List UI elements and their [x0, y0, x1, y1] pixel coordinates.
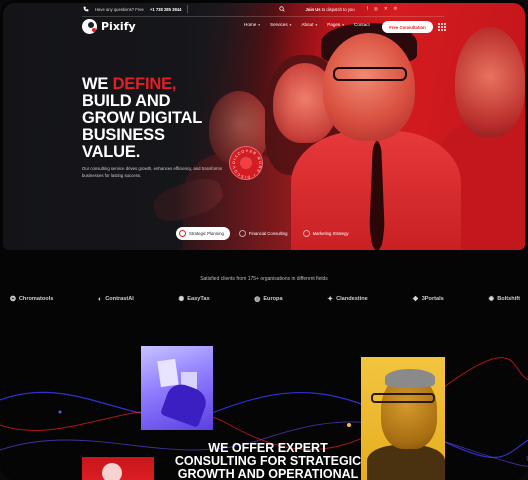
nav-item-services[interactable]: Services ▾ [270, 22, 291, 27]
tab-radio-icon [179, 230, 186, 237]
half-circle-icon: ◐ [97, 295, 103, 303]
client-logo-easytax: ✺ EasyTax [178, 296, 210, 303]
tab-marketing-strategy[interactable]: Marketing Strategy [300, 227, 355, 240]
x-twitter-icon[interactable]: ✕ [384, 6, 388, 12]
tab-radio-icon [302, 230, 310, 237]
search-box[interactable] [278, 6, 285, 13]
chevron-down-icon: ▾ [258, 22, 261, 27]
chevron-down-icon: ▾ [289, 22, 292, 27]
tab-strategic-planning[interactable]: Strategic Planning [176, 227, 230, 240]
nav-item-about[interactable]: About ▾ [301, 22, 317, 27]
search-icon[interactable] [278, 6, 285, 13]
main-nav: Home ▾ Services ▾ About ▾ Pages ▾ Contact [244, 22, 370, 27]
logo-mark-icon [82, 19, 97, 34]
gear-icon: ✹ [488, 296, 495, 303]
globe-icon: ◍ [254, 296, 261, 303]
client-logos: ❂ Chromatools ◐ ContrastAI ✺ EasyTax ◍ Europ… [10, 295, 520, 304]
page-frame: Have any questions? Free +1 738 285 3844… [0, 0, 528, 480]
nav-item-contact[interactable]: Contact [354, 22, 370, 27]
social-links: f ◎ ✕ ℗ [367, 6, 398, 12]
services-title: WE OFFER EXPERT CONSULTING FOR STRATEGIC… [174, 441, 362, 480]
tab-financial-consulting[interactable]: Financial Consulting [236, 227, 294, 240]
nav-item-home[interactable]: Home ▾ [244, 22, 260, 27]
hero-headline: WE DEFINE, BUILD AND GROW DIGITAL BUSINE… [82, 75, 203, 161]
instagram-icon[interactable]: ◎ [374, 6, 378, 12]
chevron-down-icon: ▾ [315, 22, 318, 27]
swirl-icon: ❂ [10, 296, 16, 303]
menu-grid-icon[interactable] [438, 23, 446, 31]
join-text: Join Us to dispatch to you [305, 7, 354, 12]
phone-icon [82, 6, 89, 13]
discover-more-badge[interactable]: DISCOVER MORE • DISCOVER MORE • [229, 146, 263, 180]
brand-logo[interactable]: Pixify [82, 19, 136, 34]
facebook-icon[interactable]: f [367, 6, 368, 12]
tab-radio-icon [238, 230, 246, 237]
hero-subtext: Our consulting service drives growth, en… [82, 166, 223, 178]
nav-item-pages[interactable]: Pages ▾ [327, 22, 344, 27]
join-description: to dispatch to you [321, 6, 355, 12]
hero-service-tabs: Strategic Planning Financial Consulting … [176, 227, 355, 240]
question-label: Have any questions? Free [95, 6, 144, 12]
join-link[interactable]: Join Us [305, 7, 320, 12]
client-logo-chromatools: ❂ Chromatools [10, 296, 54, 303]
service-image-whiteboard [141, 346, 213, 430]
client-logo-boltshift: ✹ Boltshift [488, 296, 520, 303]
service-image-meeting [82, 457, 154, 480]
service-image-consultant-portrait [361, 357, 445, 480]
chevron-down-icon: ▾ [342, 22, 344, 27]
brand-name: Pixify [101, 20, 136, 33]
badge-ring-text: DISCOVER MORE • DISCOVER MORE • [230, 147, 262, 179]
free-consultation-button[interactable]: Free Consultation [382, 21, 433, 33]
client-logo-clandestine: ✦ Clandestine [327, 296, 368, 303]
bolt-icon: ✦ [327, 296, 334, 303]
svg-text:DISCOVER MORE • DISCOVER MORE: DISCOVER MORE • DISCOVER MORE • [230, 147, 262, 179]
client-logo-3portals: ❖ 3Portals [412, 296, 444, 303]
client-logo-europa: ◍ Europa [254, 296, 283, 303]
portal-icon: ❖ [412, 296, 419, 303]
spiral-icon: ✺ [178, 296, 185, 303]
client-logo-contrastai: ◐ ContrastAI [97, 295, 134, 303]
phone-number[interactable]: +1 738 285 3844 [150, 7, 182, 12]
top-utility-bar: Have any questions? Free +1 738 285 3844… [82, 3, 450, 15]
clients-title: Satisfied clients from 175+ organisation… [200, 276, 328, 282]
pinterest-icon[interactable]: ℗ [394, 6, 397, 12]
